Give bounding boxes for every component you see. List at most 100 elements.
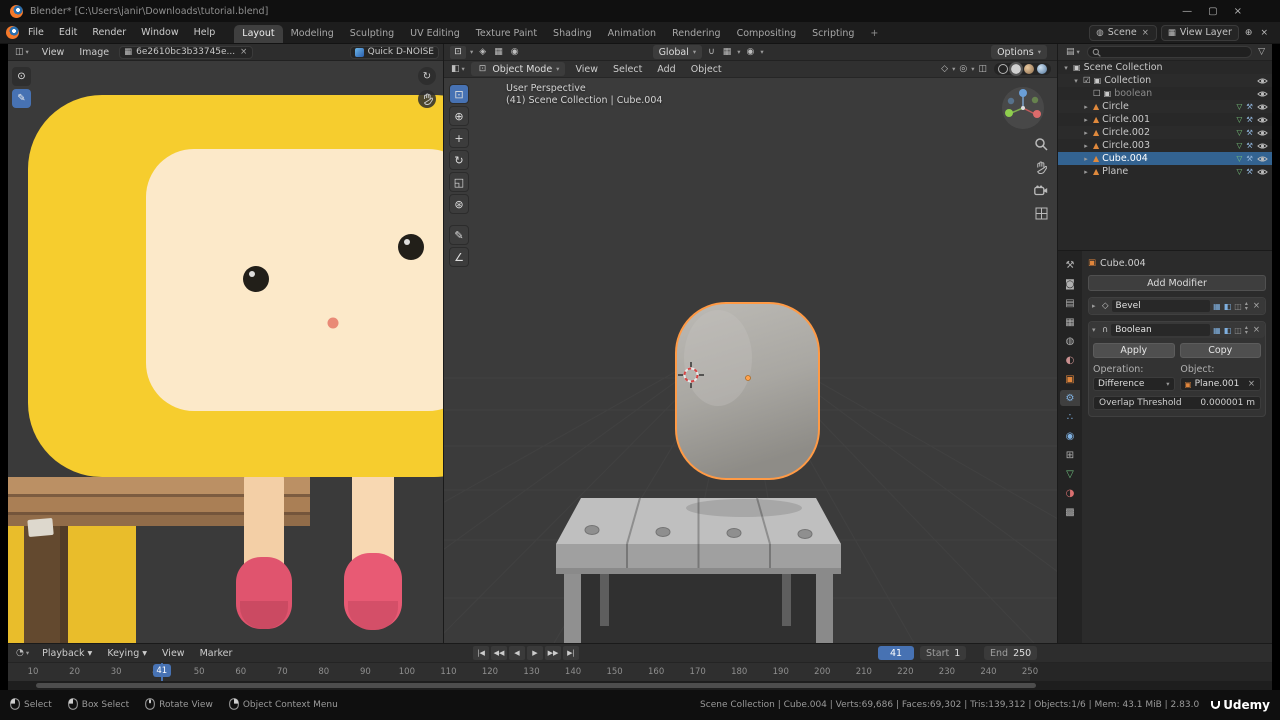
snap-target-icon[interactable]: ▦	[721, 47, 734, 57]
workspace-tab-shading[interactable]: Shading	[545, 25, 600, 43]
material-preview-button[interactable]	[1024, 64, 1034, 74]
outliner-row-cube-004[interactable]: ▸ ▲ Cube.004 ▽ ⚒	[1058, 152, 1272, 165]
tool-options-icon-2[interactable]: ▦	[492, 47, 505, 57]
image-zoom-icon[interactable]: ↻	[418, 67, 436, 85]
bevel-name-field[interactable]: Bevel	[1111, 300, 1211, 312]
transform-tool[interactable]: ⊛	[449, 194, 469, 214]
tab-world[interactable]: ◐	[1060, 352, 1080, 368]
outliner-row-collection[interactable]: ▾ ☑ ▣ Collection	[1058, 74, 1272, 87]
xray-toggle-icon[interactable]: ◫	[976, 64, 989, 74]
hide-viewport-eye-icon[interactable]	[1257, 129, 1268, 137]
filter-icon[interactable]: ▽	[1256, 47, 1267, 57]
outliner-row-circle[interactable]: ▸ ▲ Circle ▽ ⚒	[1058, 100, 1272, 113]
operation-dropdown[interactable]: Difference ▾	[1093, 377, 1175, 391]
outliner-row-circle-001[interactable]: ▸ ▲ Circle.001 ▽ ⚒	[1058, 113, 1272, 126]
tab-tool[interactable]: ⚒	[1060, 257, 1080, 273]
image-editor-type-button[interactable]: ◫ ▾	[12, 47, 32, 57]
tab-output[interactable]: ▤	[1060, 295, 1080, 311]
annotate-tool[interactable]: ✎	[449, 225, 469, 245]
workspace-tab-compositing[interactable]: Compositing	[729, 25, 805, 43]
copy-button[interactable]: Copy	[1179, 343, 1261, 358]
workspace-tab-sculpting[interactable]: Sculpting	[342, 25, 402, 43]
transform-orientation-dropdown[interactable]: Global ▾	[652, 45, 703, 59]
timeline-menu-playback[interactable]: Playback ▾	[35, 647, 99, 660]
bevel-render-toggle[interactable]: ◫	[1234, 302, 1242, 311]
frame-end-field[interactable]: End 250	[984, 646, 1038, 660]
viewport-editor-type-button[interactable]: ◧ ▾	[448, 64, 468, 74]
collection-checkbox[interactable]: ☑	[1083, 76, 1091, 86]
maximize-button[interactable]: ▢	[1208, 6, 1217, 17]
menu-file[interactable]: File	[21, 26, 51, 39]
boolean-name-field[interactable]: Boolean	[1111, 324, 1211, 336]
tab-view-layer[interactable]: ▦	[1060, 314, 1080, 330]
collection-checkbox[interactable]: ☐	[1093, 89, 1101, 99]
mesh-data-icon[interactable]: ▽	[1236, 154, 1242, 163]
tab-object[interactable]: ▣	[1060, 371, 1080, 387]
minimize-button[interactable]: —	[1182, 6, 1192, 17]
next-keyframe-button[interactable]: ▶▶	[545, 646, 561, 660]
timeline-scrollbar-thumb[interactable]	[36, 683, 1036, 688]
measure-tool[interactable]: ∠	[449, 247, 469, 267]
select-box-tool[interactable]: ⊡	[449, 84, 469, 104]
tab-material[interactable]: ◑	[1060, 485, 1080, 501]
disclosure-icon[interactable]: ▸	[1082, 155, 1090, 163]
proportional-edit-icon[interactable]: ◉	[745, 47, 757, 57]
workspace-tab-modeling[interactable]: Modeling	[283, 25, 342, 43]
viewport-menu-object[interactable]: Object	[684, 63, 729, 76]
blender-logo-icon[interactable]	[6, 26, 19, 39]
tab-physics[interactable]: ◉	[1060, 428, 1080, 444]
timeline-menu-view[interactable]: View	[155, 647, 192, 660]
frame-start-field[interactable]: Start 1	[920, 646, 967, 660]
outliner-row-plane[interactable]: ▸ ▲ Plane ▽ ⚒	[1058, 165, 1272, 178]
modifier-icon[interactable]: ⚒	[1246, 141, 1253, 150]
menu-edit[interactable]: Edit	[52, 26, 84, 39]
bevel-modifier-header[interactable]: ▸ ◇ Bevel ▦ ◧ ◫ ▴ ▾ ×	[1089, 298, 1265, 314]
image-editor-menu-view[interactable]: View	[35, 46, 72, 59]
add-modifier-button[interactable]: Add Modifier	[1088, 275, 1266, 291]
tool-options-icon-3[interactable]: ◉	[509, 47, 521, 57]
navigation-gizmo[interactable]	[1001, 86, 1045, 130]
modifier-icon[interactable]: ⚒	[1246, 115, 1253, 124]
playhead-frame-chip[interactable]: 41	[152, 664, 171, 677]
sample-tool-button[interactable]: ⊙	[12, 67, 31, 86]
boolean-cube-object[interactable]	[675, 302, 820, 480]
hide-viewport-eye-icon[interactable]	[1257, 90, 1268, 98]
disclosure-icon[interactable]: ▸	[1082, 116, 1090, 124]
timeline-scrollbar[interactable]	[8, 681, 1272, 690]
object-field[interactable]: ▣ Plane.001 ×	[1179, 377, 1261, 391]
boolean-render-toggle[interactable]: ◫	[1234, 326, 1242, 335]
tab-scene[interactable]: ◍	[1060, 333, 1080, 349]
solid-shading-button[interactable]	[1009, 62, 1023, 76]
viewport-menu-select[interactable]: Select	[606, 63, 649, 76]
play-button[interactable]: ▶	[527, 646, 543, 660]
outliner-row-circle-003[interactable]: ▸ ▲ Circle.003 ▽ ⚒	[1058, 139, 1272, 152]
hide-viewport-eye-icon[interactable]	[1257, 168, 1268, 176]
add-workspace-button[interactable]: +	[862, 25, 886, 43]
modifier-icon[interactable]: ⚒	[1246, 154, 1253, 163]
boolean-expand-icon[interactable]: ▾	[1092, 326, 1099, 334]
tab-particles[interactable]: ∴	[1060, 409, 1080, 425]
hide-viewport-eye-icon[interactable]	[1257, 116, 1268, 124]
mesh-data-icon[interactable]: ▽	[1236, 167, 1242, 176]
disclosure-icon[interactable]: ▾	[1072, 77, 1080, 85]
hide-viewport-eye-icon[interactable]	[1257, 103, 1268, 111]
unlink-image-button[interactable]: ×	[239, 47, 248, 57]
mesh-data-icon[interactable]: ▽	[1236, 128, 1242, 137]
hide-viewport-eye-icon[interactable]	[1257, 155, 1268, 163]
tab-modifiers[interactable]: ⚙	[1060, 390, 1080, 406]
timeline-editor-type-button[interactable]: ◔ ▾	[13, 648, 32, 658]
scene-selector[interactable]: ◍ Scene ×	[1089, 24, 1157, 41]
scale-tool[interactable]: ◱	[449, 172, 469, 192]
disclosure-icon[interactable]: ▾	[1062, 64, 1070, 72]
timeline-menu-marker[interactable]: Marker	[193, 647, 240, 660]
image-editor-canvas[interactable]: ⊙ ✎ ↻	[8, 61, 443, 643]
hide-viewport-eye-icon[interactable]	[1257, 142, 1268, 150]
tab-object-data[interactable]: ▽	[1060, 466, 1080, 482]
viewport-menu-view[interactable]: View	[568, 63, 605, 76]
mesh-data-icon[interactable]: ▽	[1236, 141, 1242, 150]
annotate-tool-button[interactable]: ✎	[12, 89, 31, 108]
mode-dropdown[interactable]: ⊡ Object Mode ▾	[470, 62, 566, 76]
cursor-tool[interactable]: ⊕	[449, 106, 469, 126]
menu-window[interactable]: Window	[134, 26, 185, 39]
wireframe-shading-button[interactable]	[998, 64, 1008, 74]
